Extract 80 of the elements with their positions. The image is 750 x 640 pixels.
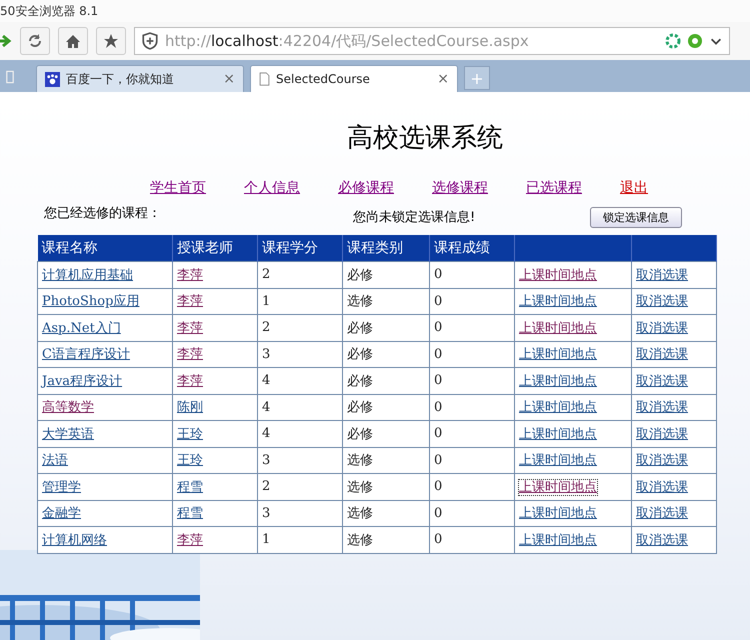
table-cell: 0 [434,532,442,548]
section-label: 您已经选修的课程： [44,205,162,222]
table-cell: 必修 [347,347,373,362]
nav-link[interactable]: 退出 [620,179,648,197]
nav-link[interactable]: 个人信息 [244,179,300,197]
teacher-link[interactable]: 李萍 [177,294,203,310]
table-cell: 3 [262,346,270,362]
table-cell: 3 [262,506,270,521]
course-link[interactable]: 金融学 [42,506,81,522]
course-link[interactable]: 法语 [42,453,68,468]
table-cell: 必修 [347,400,373,416]
table-cell: 0 [434,373,442,388]
table-cell: 1 [262,532,270,548]
table-cell: 选修 [347,453,373,468]
table-cell: 选修 [347,506,373,522]
close-icon[interactable]: × [223,71,235,87]
table-cell: 2 [262,320,270,336]
table-cell: 0 [434,267,442,282]
browser-tab[interactable]: SelectedCourse × [250,65,458,92]
refresh-button[interactable] [20,27,50,55]
window-title: 50安全浏览器 8.1 [0,2,98,20]
table-cell: 0 [434,400,442,415]
teacher-link[interactable]: 王玲 [177,426,203,442]
table-cell: 必修 [347,374,373,389]
table-cell: 选修 [347,294,373,310]
table-cell: 0 [434,320,442,336]
table-cell: 必修 [347,320,373,336]
teacher-link[interactable]: 李萍 [177,320,203,336]
teacher-link[interactable]: 王玲 [177,453,203,468]
teacher-link[interactable]: 李萍 [177,347,203,362]
close-icon[interactable]: × [437,71,449,87]
table-cell: 0 [434,346,442,362]
tab-label: 百度一下，你就知道 [66,70,175,88]
home-button[interactable] [58,27,88,55]
page-title: 高校选课系统 [347,122,504,155]
nav-link[interactable]: 已选课程 [526,179,582,197]
teacher-link[interactable]: 李萍 [177,532,203,548]
teacher-link[interactable]: 程雪 [177,506,203,522]
teacher-link[interactable]: 程雪 [177,480,203,495]
paw-icon [45,72,60,86]
table-cell: 0 [434,452,442,468]
table-cell: 0 [434,294,442,309]
refresh-icon [27,33,43,49]
table-cell: 必修 [347,426,373,442]
table-cell: 4 [262,373,270,388]
column-header: 课程学分 [258,235,342,262]
table-cell: 选修 [347,480,373,495]
table-cell: 0 [434,426,442,442]
table-cell: 1 [262,294,270,309]
table-cell: 4 [262,426,270,442]
lock-status: 您尚未锁定选课信息! [353,209,476,226]
table-cell: 4 [262,400,270,415]
column-header: 授课老师 [172,235,258,262]
bookmark-button[interactable] [96,27,126,55]
forward-icon[interactable] [0,33,12,49]
table-cell: 2 [262,479,270,494]
shield-icon [141,32,159,50]
nav-link[interactable]: 选修课程 [432,179,488,197]
nav-link[interactable]: 学生首页 [150,179,206,197]
table-cell: 必修 [347,268,373,283]
column-header: 课程成绩 [430,235,514,262]
teacher-link[interactable]: 陈刚 [177,400,203,416]
star-icon [103,33,119,49]
address-bar[interactable]: http://localhost:42204/代码/SelectedCourse.aspx [134,27,730,55]
column-header: 课程类别 [342,235,430,262]
tab-label: SelectedCourse [276,72,371,86]
table-cell: 3 [262,452,270,468]
table-cell: 选修 [347,532,373,548]
browser-tab[interactable]: 百度一下，你就知道 × [36,65,244,92]
table-cell: 0 [434,506,442,521]
table-cell: 0 [434,479,442,494]
teacher-link[interactable]: 李萍 [177,374,203,389]
table-cell: 2 [262,267,270,282]
course-link[interactable]: 管理学 [42,480,81,495]
column-header: 课程名称 [38,235,172,262]
teacher-link[interactable]: 李萍 [177,268,203,283]
lock-button[interactable]: 锁定选课信息 [590,206,682,228]
home-icon [65,33,81,49]
page-icon [259,72,270,86]
nav-link[interactable]: 必修课程 [338,179,394,197]
